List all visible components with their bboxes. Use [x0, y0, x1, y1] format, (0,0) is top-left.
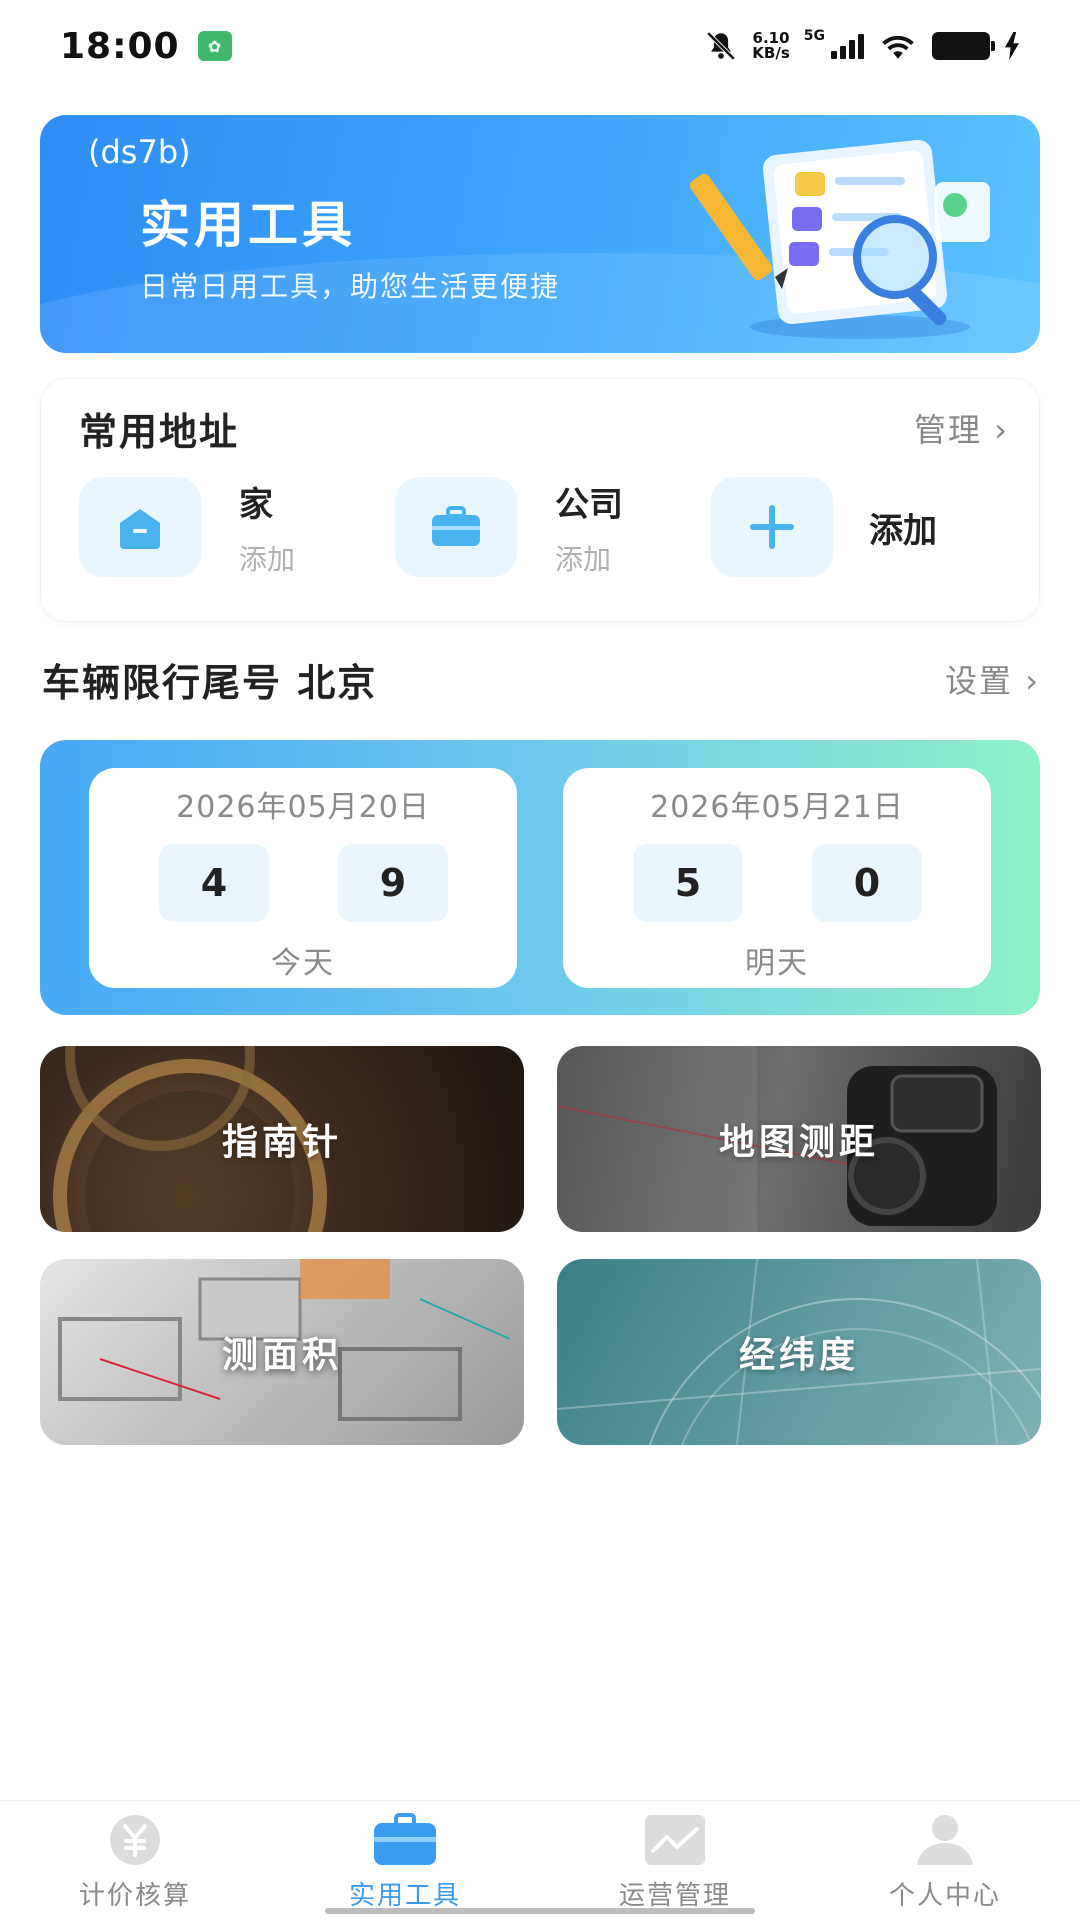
restriction-digit: 0 [812, 844, 922, 922]
address-status-company: 添加 [555, 542, 612, 576]
checklist-illustration-icon [689, 139, 990, 339]
restriction-day-tomorrow: 2026年05月21日 5 0 明天 [563, 768, 991, 988]
plus-icon [750, 505, 794, 549]
home-icon [120, 509, 160, 549]
add-icon-box [711, 477, 833, 577]
tool-map-distance[interactable]: 地图测距 [557, 1046, 1041, 1232]
address-item-add[interactable]: 添加 [711, 477, 937, 577]
address-status-home: 添加 [239, 542, 296, 576]
nav-item-pricing[interactable]: 计价核算 [0, 1801, 270, 1920]
tool-lat-lng[interactable]: 经纬度 [557, 1259, 1041, 1445]
restriction-panel: 2026年05月20日 4 9 今天 2026年05月21日 5 0 明天 [40, 740, 1040, 1015]
charging-icon [1005, 32, 1019, 60]
home-indicator[interactable] [325, 1908, 755, 1914]
banner-title: 实用工具 [140, 196, 356, 254]
restriction-day-today: 2026年05月20日 4 9 今天 [89, 768, 517, 988]
battery-icon [932, 32, 995, 60]
address-title: 常用地址 [79, 410, 240, 454]
tool-label: 经纬度 [738, 1335, 859, 1376]
banner-subtitle: 日常日用工具，助您生活更便捷 [140, 270, 561, 303]
tool-label: 指南针 [221, 1122, 342, 1163]
briefcase-icon [432, 506, 480, 546]
day-date: 2026年05月20日 [176, 790, 430, 825]
day-label: 明天 [745, 946, 809, 981]
bell-muted-icon [707, 31, 736, 61]
tool-label: 地图测距 [718, 1122, 879, 1163]
nav-label: 实用工具 [348, 1881, 461, 1911]
tools-banner: (ds7b) 实用工具 日常日用工具，助您生活更便捷 [40, 115, 1040, 353]
bottom-nav: 计价核算 实用工具 运营管理 个人中心 [0, 1800, 1080, 1920]
restriction-title: 车辆限行尾号 北京 [42, 661, 378, 705]
nav-label: 个人中心 [888, 1881, 1001, 1911]
status-icons: 6.10 KB/s 5G [704, 28, 1020, 63]
address-item-home[interactable]: 家 添加 [79, 477, 295, 577]
wifi-icon [882, 35, 914, 59]
nav-item-tools[interactable]: 实用工具 [270, 1801, 540, 1920]
network-type: 5G [803, 28, 825, 44]
restriction-digit: 4 [159, 844, 269, 922]
status-time: 18:00 [60, 25, 180, 67]
home-icon-box [79, 477, 201, 577]
common-address-card: 常用地址 管理 › 家 添加 公司 添加 添加 [40, 378, 1040, 622]
toolbox-icon [372, 1813, 438, 1867]
status-bar: 18:00 ✿ 6.10 KB/s 5G [0, 0, 1080, 92]
address-name-home: 家 [239, 484, 273, 525]
day-date: 2026年05月21日 [650, 790, 904, 825]
day-label: 今天 [271, 946, 335, 981]
nav-label: 运营管理 [618, 1881, 731, 1911]
yuan-icon [102, 1813, 168, 1867]
address-add-label: 添加 [869, 510, 937, 551]
chart-icon [642, 1813, 708, 1867]
user-icon [912, 1813, 978, 1867]
signal-icon [831, 33, 864, 59]
restriction-digit: 9 [338, 844, 448, 922]
nav-item-operations[interactable]: 运营管理 [540, 1801, 810, 1920]
company-icon-box [395, 477, 517, 577]
restriction-digit: 5 [633, 844, 743, 922]
tool-compass[interactable]: 指南针 [40, 1046, 524, 1232]
tool-measure-area[interactable]: 测面积 [40, 1259, 524, 1445]
address-name-company: 公司 [555, 484, 623, 525]
tool-label: 测面积 [221, 1335, 342, 1376]
banner-code: (ds7b) [88, 133, 191, 171]
nav-label: 计价核算 [78, 1881, 191, 1911]
app-notification-icon: ✿ [197, 31, 232, 61]
nav-item-profile[interactable]: 个人中心 [810, 1801, 1080, 1920]
net-speed: 6.10 KB/s [752, 29, 790, 62]
restriction-setting-link[interactable]: 设置 › [945, 656, 1040, 702]
address-manage-link[interactable]: 管理 › [914, 405, 1009, 451]
address-item-company[interactable]: 公司 添加 [395, 477, 623, 577]
